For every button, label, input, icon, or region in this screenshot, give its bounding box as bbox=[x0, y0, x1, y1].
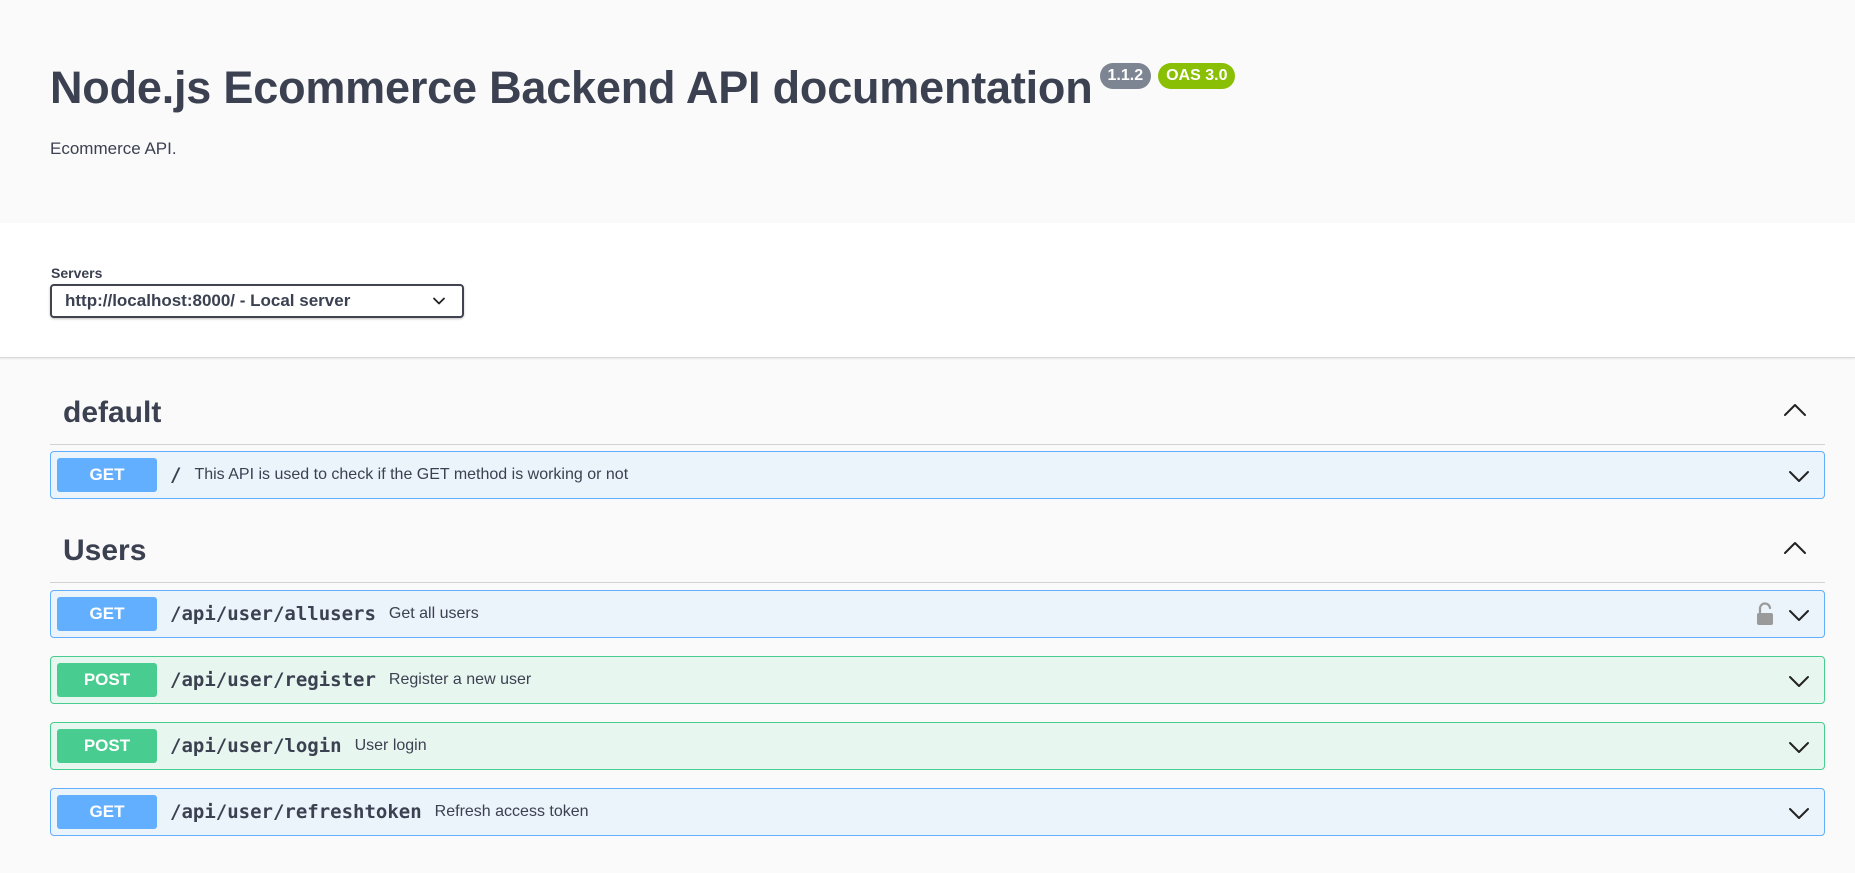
operation-summary: Refresh access token bbox=[434, 803, 589, 820]
method-badge: GET bbox=[57, 458, 157, 492]
tag-header-users[interactable]: Users bbox=[50, 499, 1825, 583]
title-row: Node.js Ecommerce Backend API documentat… bbox=[50, 60, 1236, 116]
operation-path: / bbox=[170, 464, 182, 486]
operation-path: /api/user/allusers bbox=[170, 603, 376, 625]
chevron-down-icon[interactable] bbox=[1788, 670, 1810, 692]
api-description: Ecommerce API. bbox=[50, 139, 177, 158]
oas-badge: OAS 3.0 bbox=[1158, 63, 1236, 89]
server-select[interactable]: http://localhost:8000/ - Local server bbox=[50, 284, 464, 318]
info-section: Node.js Ecommerce Backend API documentat… bbox=[0, 0, 1855, 223]
tag-name: Users bbox=[63, 534, 147, 567]
operation-post-register[interactable]: POST /api/user/register Register a new u… bbox=[50, 656, 1825, 704]
tag-section-users: Users GET /api/user/allusers Get all use… bbox=[50, 499, 1825, 836]
chevron-up-icon bbox=[1784, 542, 1806, 554]
operation-get-refreshtoken[interactable]: GET /api/user/refreshtoken Refresh acces… bbox=[50, 788, 1825, 836]
operation-get-root[interactable]: GET / This API is used to check if the G… bbox=[50, 451, 1825, 499]
method-badge: GET bbox=[57, 597, 157, 631]
operation-post-login[interactable]: POST /api/user/login User login bbox=[50, 722, 1825, 770]
operations-area: default GET / This API is used to check … bbox=[0, 358, 1855, 836]
tag-name: default bbox=[63, 396, 162, 429]
chevron-down-icon[interactable] bbox=[1788, 802, 1810, 824]
servers-section: Servers http://localhost:8000/ - Local s… bbox=[0, 223, 1855, 358]
chevron-down-icon bbox=[433, 297, 445, 305]
operation-path: /api/user/refreshtoken bbox=[170, 801, 422, 823]
operation-path: /api/user/login bbox=[170, 735, 342, 757]
chevron-down-icon[interactable] bbox=[1788, 604, 1810, 626]
tag-header-default[interactable]: default bbox=[50, 358, 1825, 445]
method-badge: GET bbox=[57, 795, 157, 829]
chevron-down-icon[interactable] bbox=[1788, 465, 1810, 487]
lock-open-icon[interactable] bbox=[1754, 602, 1776, 626]
tag-section-default: default GET / This API is used to check … bbox=[50, 358, 1825, 499]
operation-summary: User login bbox=[354, 737, 427, 754]
operation-summary: This API is used to check if the GET met… bbox=[194, 466, 629, 483]
server-select-value: http://localhost:8000/ - Local server bbox=[65, 291, 351, 310]
operation-summary: Register a new user bbox=[388, 671, 532, 688]
method-badge: POST bbox=[57, 729, 157, 763]
operation-path: /api/user/register bbox=[170, 669, 376, 691]
servers-label: Servers bbox=[51, 265, 103, 281]
operation-summary: Get all users bbox=[388, 605, 479, 622]
chevron-up-icon bbox=[1784, 404, 1806, 416]
version-badge: 1.1.2 bbox=[1099, 63, 1152, 89]
chevron-down-icon[interactable] bbox=[1788, 736, 1810, 758]
page-title: Node.js Ecommerce Backend API documentat… bbox=[50, 62, 1093, 113]
operation-get-allusers[interactable]: GET /api/user/allusers Get all users bbox=[50, 590, 1825, 638]
method-badge: POST bbox=[57, 663, 157, 697]
